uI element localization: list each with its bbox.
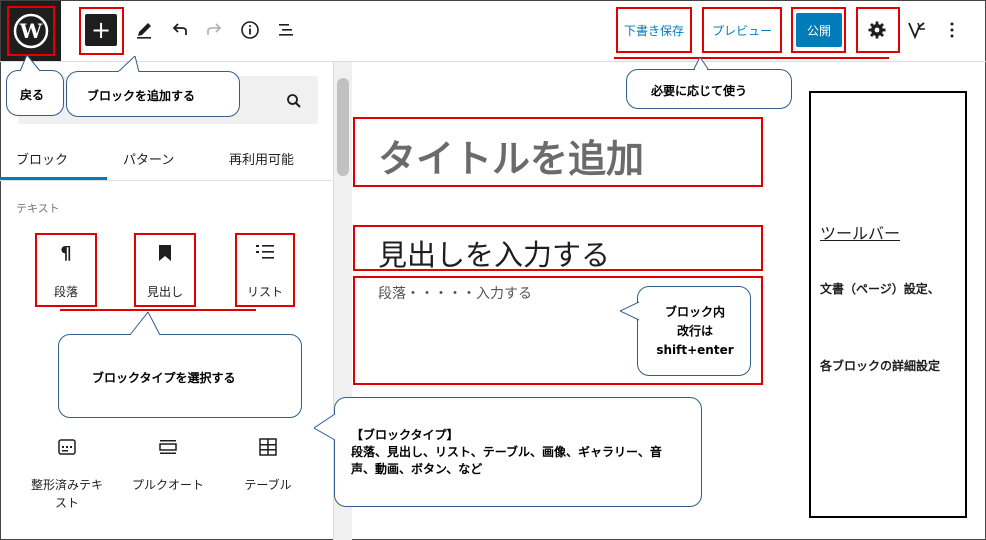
callout-use-as-needed-pointer <box>693 57 709 70</box>
more-vertical-icon <box>950 22 954 38</box>
pullquote-icon <box>159 440 177 454</box>
list-view-button[interactable] <box>272 15 300 45</box>
callout-use-as-needed: 必要に応じて使う <box>626 69 792 109</box>
list-view-icon <box>279 24 293 36</box>
callout-block-types-pointer <box>314 413 336 441</box>
callout-back-pointer <box>19 55 41 72</box>
callout-block-types: 【ブロックタイプ】 段落、見出し、リスト、テーブル、画像、ギャラリー、音声、動画… <box>334 397 702 507</box>
annotation-box-add <box>79 7 124 55</box>
callout-add-block: ブロックを追加する <box>66 71 240 117</box>
toolbar-explanation-line2: 各ブロックの詳細設定 <box>820 359 941 373</box>
toolbar-explanation-panel: ツールバー 文書（ページ）設定、 各ブロックの詳細設定 <box>809 91 967 518</box>
redo-icon <box>207 23 222 35</box>
pencil-icon <box>137 23 151 39</box>
callout-back: 戻る <box>6 70 64 116</box>
callout-select-block-type-pointer <box>129 312 161 336</box>
post-title-placeholder: タイトルを追加 <box>378 137 645 181</box>
plugin-button[interactable] <box>904 14 930 46</box>
block-item-label: プルクオート <box>131 478 204 492</box>
block-item-preformatted[interactable]: 整形済みテキ スト <box>18 430 116 514</box>
paragraph-block-text: 段落・・・・・入力する <box>378 286 532 302</box>
block-item-pullquote[interactable]: プルクオート <box>120 430 216 514</box>
annotation-box-save-draft <box>616 7 692 53</box>
details-button[interactable] <box>236 15 264 45</box>
info-icon <box>241 21 259 39</box>
plugin-star-icon <box>908 22 925 40</box>
tab-reusable[interactable]: 再利用可能 <box>229 149 294 168</box>
annotation-box-settings <box>856 7 900 53</box>
callout-linebreak-pointer <box>620 301 640 321</box>
preformatted-icon <box>58 439 76 455</box>
table-icon <box>259 438 277 456</box>
annotation-underline-toolbar <box>614 57 889 59</box>
annotation-box-logo <box>7 6 55 56</box>
tools-button[interactable] <box>130 15 158 45</box>
toolbar-explanation-line1: 文書（ページ）設定、 <box>820 282 940 296</box>
tab-patterns[interactable]: パターン <box>123 149 174 168</box>
annotation-box-publish <box>791 7 846 53</box>
heading-block-text: 見出しを入力する <box>378 238 611 272</box>
category-heading: テキスト <box>16 202 60 215</box>
block-item-label: 整形済みテキ スト <box>30 478 103 510</box>
annotation-box-list <box>235 233 295 307</box>
editor-scrollbar-thumb[interactable] <box>337 78 349 176</box>
redo-button[interactable] <box>200 15 228 45</box>
annotation-box-paragraph <box>35 233 97 307</box>
annotation-underline-blocks <box>60 309 256 311</box>
more-options-button[interactable] <box>940 14 964 46</box>
tabs-divider <box>0 180 334 181</box>
undo-icon <box>172 23 187 35</box>
block-item-label: テーブル <box>244 478 292 492</box>
annotation-box-heading <box>134 233 196 307</box>
callout-linebreak: ブロック内 改行は shift+enter <box>637 286 751 376</box>
block-item-table[interactable]: テーブル <box>220 430 316 514</box>
callout-add-block-pointer <box>117 56 140 73</box>
undo-button[interactable] <box>166 15 194 45</box>
tab-blocks[interactable]: ブロック <box>16 149 68 168</box>
toolbar-explanation-title: ツールバー <box>820 224 901 243</box>
callout-select-block-type: ブロックタイプを選択する <box>58 334 302 418</box>
search-icon <box>287 94 301 108</box>
annotation-box-preview <box>702 7 782 53</box>
